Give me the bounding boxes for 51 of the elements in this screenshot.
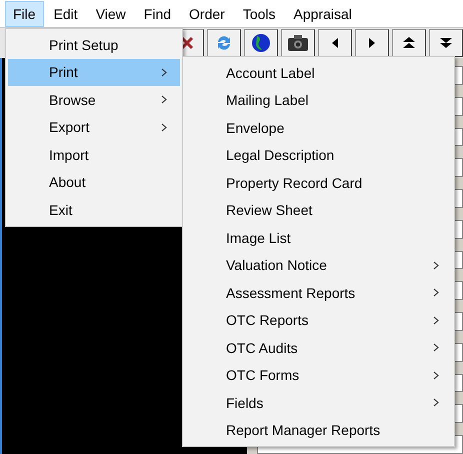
menu-item[interactable]: Assessment Reports bbox=[185, 279, 452, 306]
chevron-right-icon bbox=[433, 343, 439, 352]
menu-item[interactable]: Valuation Notice bbox=[185, 252, 452, 279]
menu-bar-item[interactable]: Order bbox=[181, 0, 233, 26]
menu-item[interactable]: OTC Forms bbox=[185, 362, 452, 389]
menu-item[interactable]: Print bbox=[8, 58, 180, 86]
menu-item[interactable]: About bbox=[8, 168, 180, 196]
toolbar-button[interactable] bbox=[355, 29, 389, 57]
menu-item[interactable]: Review Sheet bbox=[185, 196, 452, 224]
chevron-right-icon bbox=[433, 398, 439, 408]
menu-item[interactable]: Browse bbox=[8, 86, 180, 114]
refresh-icon bbox=[215, 34, 233, 52]
menu-bar-item[interactable]: File bbox=[5, 0, 44, 26]
chevron-right-icon bbox=[433, 288, 439, 298]
menu-item[interactable]: Image List bbox=[185, 224, 452, 252]
left-triangle-icon bbox=[332, 38, 338, 48]
menu-bar-item[interactable]: View bbox=[88, 0, 134, 26]
toolbar-button[interactable] bbox=[281, 29, 315, 57]
menu-bar-item[interactable]: Find bbox=[136, 0, 180, 26]
camera-icon bbox=[287, 34, 309, 52]
menu-item[interactable]: OTC Reports bbox=[185, 306, 452, 334]
menu-item[interactable]: Envelope bbox=[185, 114, 452, 142]
toolbar-button[interactable] bbox=[318, 29, 352, 57]
menu-item[interactable]: Import bbox=[8, 141, 180, 168]
menu-item[interactable]: OTC Audits bbox=[185, 334, 452, 362]
menu-bar-item[interactable]: Tools bbox=[234, 0, 284, 26]
menu-item[interactable]: Exit bbox=[8, 196, 180, 224]
menu-item[interactable]: Report Manager Reports bbox=[185, 416, 452, 444]
chevron-right-icon bbox=[433, 260, 439, 270]
globe-icon bbox=[251, 33, 271, 53]
menu-bar-item[interactable]: Appraisal bbox=[286, 0, 360, 26]
close-icon bbox=[180, 36, 194, 50]
toolbar-button[interactable] bbox=[392, 29, 426, 57]
double-up-arrow-icon bbox=[403, 37, 415, 49]
chevron-right-icon bbox=[161, 68, 167, 77]
double-down-arrow-icon bbox=[440, 37, 452, 49]
menu-item[interactable]: Account Label bbox=[185, 59, 452, 86]
menu-item[interactable]: Export bbox=[8, 114, 180, 141]
toolbar-button[interactable] bbox=[429, 29, 463, 57]
menu-bar-item[interactable]: Edit bbox=[46, 0, 86, 26]
toolbar-button[interactable] bbox=[244, 29, 278, 57]
menu-item[interactable]: Property Record Card bbox=[185, 169, 452, 196]
menu-item[interactable]: Fields bbox=[185, 389, 452, 416]
menu-item[interactable]: Legal Description bbox=[185, 142, 452, 169]
chevron-right-icon bbox=[433, 316, 439, 325]
right-triangle-icon bbox=[369, 38, 375, 48]
toolbar-button[interactable] bbox=[207, 29, 241, 57]
menu-item[interactable]: Mailing Label bbox=[185, 86, 452, 114]
chevron-right-icon bbox=[161, 95, 167, 104]
chevron-right-icon bbox=[433, 370, 439, 380]
chevron-right-icon bbox=[161, 122, 167, 132]
